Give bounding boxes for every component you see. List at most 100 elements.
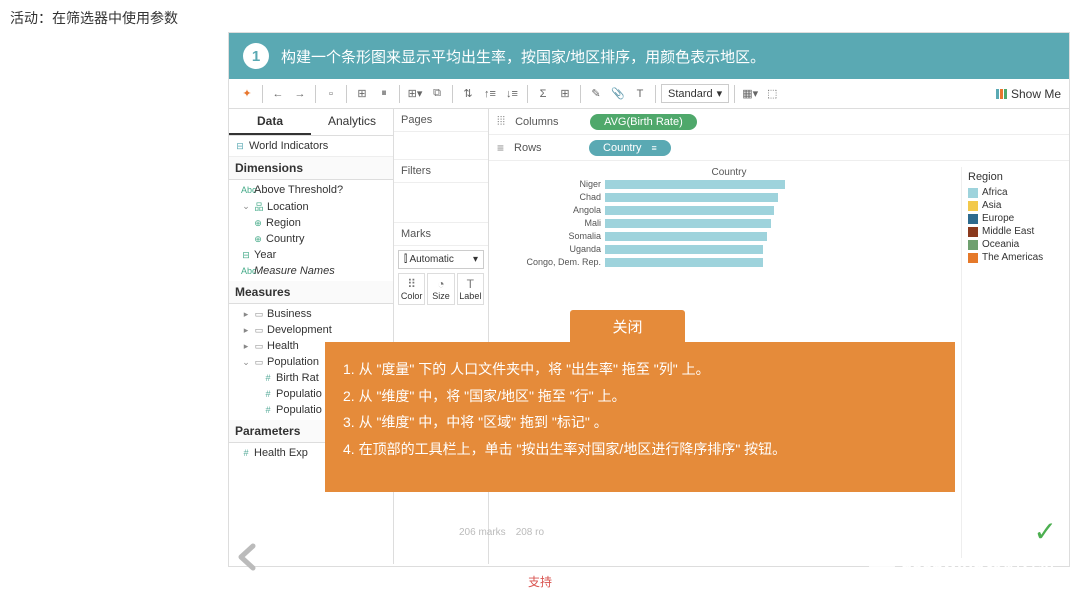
- swap-icon[interactable]: ⇅: [458, 84, 478, 104]
- marks-color[interactable]: ⠿Color: [398, 273, 425, 305]
- number-icon: #: [263, 389, 273, 399]
- undo-icon[interactable]: ←: [268, 84, 288, 104]
- new-worksheet-icon[interactable]: ⊞▾: [405, 84, 425, 104]
- legend-label: Oceania: [982, 239, 1019, 250]
- pause-icon[interactable]: ⏸: [374, 84, 394, 104]
- marks-title: Marks: [394, 223, 488, 246]
- legend-item[interactable]: The Americas: [968, 252, 1055, 263]
- confirm-check[interactable]: ✓: [1034, 515, 1057, 548]
- rows-pill[interactable]: Country≡: [589, 140, 671, 156]
- support-link[interactable]: 支持: [528, 573, 552, 590]
- legend-label: Asia: [982, 200, 1001, 211]
- legend-title: Region: [968, 171, 1055, 183]
- sort-asc-icon[interactable]: ↑≡: [480, 84, 500, 104]
- bar-row[interactable]: Mali: [497, 217, 961, 229]
- bar-row[interactable]: Niger: [497, 178, 961, 190]
- overlay-close-tab[interactable]: 关闭: [570, 310, 685, 343]
- pages-shelf[interactable]: [394, 132, 488, 160]
- legend-swatch: [968, 227, 978, 237]
- filters-shelf[interactable]: [394, 183, 488, 223]
- marks-type-dropdown[interactable]: ⫿ Automatic▾: [398, 250, 484, 269]
- legend-item[interactable]: Africa: [968, 187, 1055, 198]
- prev-arrow[interactable]: [228, 537, 268, 577]
- overlay-line-2: 2. 从 "维度" 中，将 "国家/地区" 拖至 "行" 上。: [343, 383, 937, 410]
- instruction-text: 构建一个条形图来显示平均出生率，按国家/地区排序，用颜色表示地区。: [281, 46, 765, 67]
- globe-icon: ⊕: [253, 218, 263, 229]
- save-icon[interactable]: ▫: [321, 84, 341, 104]
- size-icon: ◔: [428, 277, 453, 291]
- chart-title: Country: [497, 167, 961, 178]
- show-me-button[interactable]: Show Me: [996, 87, 1061, 101]
- abc-icon: Abc: [241, 185, 251, 195]
- marks-label[interactable]: TLabel: [457, 273, 484, 305]
- legend-label: Middle East: [982, 226, 1034, 237]
- bar-label: Mali: [497, 218, 605, 228]
- label-icon: T: [458, 277, 483, 291]
- label-icon[interactable]: T: [630, 84, 650, 104]
- legend-label: Europe: [982, 213, 1014, 224]
- sort-desc-icon[interactable]: ↓≡: [502, 84, 522, 104]
- field-above-threshold[interactable]: AbcAbove Threshold?: [229, 182, 393, 198]
- legend-swatch: [968, 240, 978, 250]
- field-year[interactable]: ⊟Year: [229, 247, 393, 263]
- tab-analytics[interactable]: Analytics: [311, 109, 393, 135]
- bar-row[interactable]: Uganda: [497, 243, 961, 255]
- marks-size[interactable]: ◔Size: [427, 273, 454, 305]
- folder-business[interactable]: ▸▭Business: [229, 306, 393, 322]
- legend-item[interactable]: Middle East: [968, 226, 1055, 237]
- columns-label: Columns: [515, 116, 580, 128]
- sort-icon: ≡: [652, 143, 657, 153]
- folder-icon: ▭: [254, 309, 264, 320]
- rows-label: Rows: [514, 142, 579, 154]
- group-icon[interactable]: ⊞: [555, 84, 575, 104]
- bar-label: Chad: [497, 192, 605, 202]
- download-icon[interactable]: ⬚: [762, 84, 782, 104]
- field-country[interactable]: ⊕Country: [229, 231, 393, 247]
- bar: [605, 232, 767, 241]
- instruction-overlay: 1. 从 "度量" 下的 人口文件夹中，将 "出生率" 拖至 "列" 上。 2.…: [325, 342, 955, 492]
- toolbar: ✦ ← → ▫ ⊞ ⏸ ⊞▾ ⧉ ⇅ ↑≡ ↓≡ Σ ⊞ ✎ 📎 T Stand…: [229, 79, 1069, 109]
- field-region[interactable]: ⊕Region: [229, 215, 393, 231]
- highlight-icon[interactable]: ✎: [586, 84, 606, 104]
- datasource-row[interactable]: ⊟ World Indicators: [229, 136, 393, 157]
- overlay-line-4: 4. 在顶部的工具栏上，单击 "按出生率对国家/地区进行降序排序" 按钮。: [343, 436, 937, 463]
- hierarchy-icon: 品: [254, 200, 264, 213]
- bar: [605, 219, 771, 228]
- bar-row[interactable]: Somalia: [497, 230, 961, 242]
- bar-row[interactable]: Chad: [497, 191, 961, 203]
- totals-icon[interactable]: Σ: [533, 84, 553, 104]
- instruction-bar: 1 构建一个条形图来显示平均出生率，按国家/地区排序，用颜色表示地区。: [229, 33, 1069, 79]
- bar: [605, 206, 774, 215]
- database-icon: ⊟: [235, 141, 245, 152]
- number-icon: #: [263, 373, 273, 383]
- tab-data[interactable]: Data: [229, 109, 311, 135]
- bar-row[interactable]: Congo, Dem. Rep.: [497, 256, 961, 268]
- overlay-line-3: 3. 从 "维度" 中，中将 "区域" 拖到 "标记" 。: [343, 409, 937, 436]
- legend-label: The Americas: [982, 252, 1043, 263]
- color-icon: ⠿: [399, 277, 424, 291]
- columns-icon: ⦙⦙⦙: [497, 114, 505, 129]
- legend-item[interactable]: Europe: [968, 213, 1055, 224]
- caret-down-icon: ⌄: [241, 201, 251, 212]
- legend-swatch: [968, 188, 978, 198]
- bar: [605, 193, 778, 202]
- bar: [605, 258, 763, 267]
- chevron-down-icon: ▾: [473, 254, 478, 265]
- duplicate-icon[interactable]: ⧉: [427, 84, 447, 104]
- redo-icon[interactable]: →: [290, 84, 310, 104]
- legend: Region Africa Asia Europe Middle East Oceani…: [961, 167, 1061, 558]
- field-location[interactable]: ⌄品Location: [229, 198, 393, 215]
- field-measure-names[interactable]: AbcMeasure Names: [229, 263, 393, 279]
- pin-icon[interactable]: 📎: [608, 84, 628, 104]
- bar-label: Niger: [497, 179, 605, 189]
- new-datasource-icon[interactable]: ⊞: [352, 84, 372, 104]
- presentation-icon[interactable]: ▦▾: [740, 84, 760, 104]
- folder-icon: ▭: [254, 341, 264, 352]
- legend-item[interactable]: Asia: [968, 200, 1055, 211]
- legend-item[interactable]: Oceania: [968, 239, 1055, 250]
- cards-pane: Pages Filters Marks ⫿ Automatic▾ ⠿Color …: [394, 109, 489, 564]
- columns-pill[interactable]: AVG(Birth Rate): [590, 114, 697, 130]
- bar-row[interactable]: Angola: [497, 204, 961, 216]
- fit-dropdown[interactable]: Standard▾: [661, 84, 729, 103]
- folder-development[interactable]: ▸▭Development: [229, 322, 393, 338]
